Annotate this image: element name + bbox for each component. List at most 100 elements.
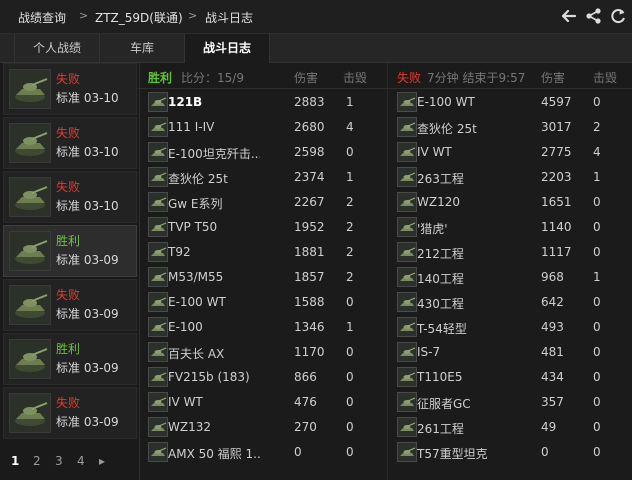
kills-value: 4 <box>593 145 601 159</box>
battle-mode-date: 标准 03-10 <box>56 145 119 159</box>
tank-icon <box>148 242 168 262</box>
page-link-2[interactable]: 2 <box>33 454 41 468</box>
damage-value: 476 <box>294 395 317 409</box>
battle-list-item-selected[interactable]: 胜利 标准 03-09 <box>3 225 137 277</box>
kills-value: 1 <box>593 170 601 184</box>
pagination: 1 2 3 4 ▸ <box>0 448 139 476</box>
breadcrumb-item-records[interactable]: 战绩查询 <box>18 9 66 26</box>
player-row[interactable]: T-54轻型 493 0 <box>387 315 632 340</box>
damage-value: 434 <box>541 370 564 384</box>
battle-list-item[interactable]: 失败 标准 03-10 <box>3 117 137 169</box>
damage-value: 1140 <box>541 220 572 234</box>
damage-value: 2775 <box>541 145 572 159</box>
player-row[interactable]: 261工程 49 0 <box>387 415 632 440</box>
kills-value: 0 <box>346 370 354 384</box>
share-icon[interactable] <box>583 5 605 27</box>
damage-value: 481 <box>541 345 564 359</box>
tank-name: 百夫长 AX <box>168 347 225 361</box>
battle-list-item[interactable]: 失败 标准 03-10 <box>3 63 137 115</box>
player-row[interactable]: 查狄伦 25t 3017 2 <box>387 115 632 140</box>
player-row[interactable]: '猎虎' 1140 0 <box>387 215 632 240</box>
kills-value: 0 <box>593 245 601 259</box>
battle-list-item[interactable]: 失败 标准 03-09 <box>3 279 137 331</box>
battle-result: 失败 <box>56 180 81 194</box>
damage-value: 1117 <box>541 245 572 259</box>
player-row[interactable]: M53/M55 1857 2 <box>138 265 387 290</box>
player-row[interactable]: Gw E系列 2267 2 <box>138 190 387 215</box>
tank-name: FV215b (183) <box>168 370 250 384</box>
tab-battle-log[interactable]: 战斗日志 <box>185 34 270 63</box>
player-row[interactable]: T57重型坦克 0 0 <box>387 440 632 465</box>
team-lose-header: 失败 7分钟 结束于9:57 伤害 击毁 <box>387 63 632 89</box>
page-link-4[interactable]: 4 <box>77 454 85 468</box>
damage-value: 1588 <box>294 295 325 309</box>
tank-name: AMX 50 福熙 1... <box>168 447 260 461</box>
player-row[interactable]: IV WT 2775 4 <box>387 140 632 165</box>
battle-list-item[interactable]: 失败 标准 03-09 <box>3 387 137 439</box>
player-row[interactable]: 140工程 968 1 <box>387 265 632 290</box>
player-row[interactable]: 征服者GC 357 0 <box>387 390 632 415</box>
tank-icon <box>148 167 168 187</box>
player-row[interactable]: 430工程 642 0 <box>387 290 632 315</box>
column-header-damage: 伤害 <box>541 71 566 85</box>
damage-value: 2598 <box>294 145 325 159</box>
damage-value: 49 <box>541 420 557 434</box>
kills-value: 0 <box>593 220 601 234</box>
back-arrow-icon[interactable] <box>558 5 580 27</box>
player-row[interactable]: 263工程 2203 1 <box>387 165 632 190</box>
damage-value: 968 <box>541 270 564 284</box>
player-row[interactable]: 212工程 1117 0 <box>387 240 632 265</box>
player-row[interactable]: WZ120 1651 0 <box>387 190 632 215</box>
tank-icon <box>397 317 417 337</box>
refresh-icon[interactable] <box>607 5 629 27</box>
tank-name: Gw E系列 <box>168 197 223 211</box>
kills-value: 2 <box>346 245 354 259</box>
battle-mode-date: 标准 03-09 <box>56 361 119 375</box>
tank-icon <box>148 92 168 112</box>
tank-icon <box>148 392 168 412</box>
player-row[interactable]: T110E5 434 0 <box>387 365 632 390</box>
player-row[interactable]: 121B 2883 1 <box>138 90 387 115</box>
player-row[interactable]: IV WT 476 0 <box>138 390 387 415</box>
tank-icon <box>397 442 417 462</box>
tank-name: 263工程 <box>417 172 464 186</box>
damage-value: 493 <box>541 320 564 334</box>
player-row[interactable]: E-100坦克歼击... 2598 0 <box>138 140 387 165</box>
player-row[interactable]: E-100 1346 1 <box>138 315 387 340</box>
tank-name: 查狄伦 25t <box>417 122 477 136</box>
tank-icon <box>148 117 168 137</box>
battle-result: 胜利 <box>56 234 81 248</box>
damage-value: 2883 <box>294 95 325 109</box>
player-row[interactable]: 百夫长 AX 1170 0 <box>138 340 387 365</box>
tank-icon <box>148 217 168 237</box>
battle-list-item[interactable]: 胜利 标准 03-09 <box>3 333 137 385</box>
player-row[interactable]: 查狄伦 25t 2374 1 <box>138 165 387 190</box>
tank-thumbnail-icon <box>9 177 51 217</box>
page-link-1[interactable]: 1 <box>11 454 19 468</box>
tank-icon <box>148 292 168 312</box>
player-row[interactable]: 111 I-IV 2680 4 <box>138 115 387 140</box>
player-row[interactable]: WZ132 270 0 <box>138 415 387 440</box>
player-row[interactable]: E-100 WT 4597 0 <box>387 90 632 115</box>
team-score: 比分：15/9 <box>181 71 244 85</box>
battle-list-item[interactable]: 失败 标准 03-10 <box>3 171 137 223</box>
breadcrumb-item-player[interactable]: ZTZ_59D(联通) <box>95 9 183 26</box>
tab-bar-edge <box>0 34 15 62</box>
tab-personal-stats[interactable]: 个人战绩 <box>15 34 100 62</box>
tank-name: 查狄伦 25t <box>168 172 228 186</box>
player-row[interactable]: FV215b (183) 866 0 <box>138 365 387 390</box>
tab-garage[interactable]: 车库 <box>100 34 185 62</box>
player-row[interactable]: TVP T50 1952 2 <box>138 215 387 240</box>
player-row[interactable]: IS-7 481 0 <box>387 340 632 365</box>
next-page-icon[interactable]: ▸ <box>99 454 105 468</box>
player-row[interactable]: AMX 50 福熙 1... 0 0 <box>138 440 387 465</box>
tank-name: E-100 WT <box>417 95 475 109</box>
player-row[interactable]: E-100 WT 1588 0 <box>138 290 387 315</box>
tank-icon <box>397 167 417 187</box>
tank-name: 261工程 <box>417 422 464 436</box>
damage-value: 270 <box>294 420 317 434</box>
damage-value: 1857 <box>294 270 325 284</box>
page-link-3[interactable]: 3 <box>55 454 63 468</box>
damage-value: 1881 <box>294 245 325 259</box>
player-row[interactable]: T92 1881 2 <box>138 240 387 265</box>
